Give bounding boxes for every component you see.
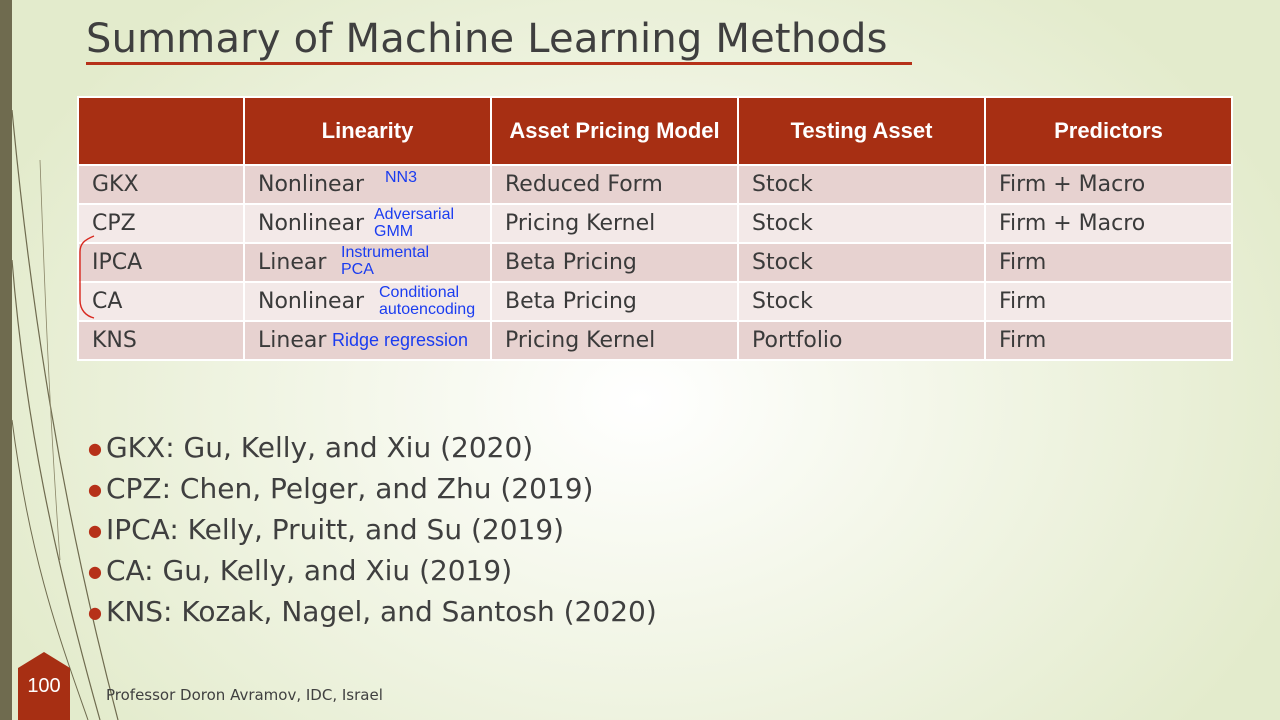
- header-cell-testing-asset: Testing Asset: [737, 96, 986, 166]
- list-item: ● CPZ: Chen, Pelger, and Zhu (2019): [88, 472, 594, 505]
- header-cell-empty: [77, 96, 245, 166]
- predictors-cell: Firm: [984, 242, 1233, 283]
- list-item: ● CA: Gu, Kelly, and Xiu (2019): [88, 554, 513, 587]
- method-cell: GKX: [77, 164, 245, 205]
- method-cell: CA: [77, 281, 245, 322]
- model-cell: Beta Pricing: [490, 281, 739, 322]
- method-cell: IPCA: [77, 242, 245, 283]
- model-cell: Beta Pricing: [490, 242, 739, 283]
- bullet-icon: ●: [88, 480, 102, 499]
- table-row: CPZ Nonlinear Adversarial GMM Pricing Kern…: [77, 203, 1233, 244]
- asset-cell: Stock: [737, 164, 986, 205]
- predictors-cell: Firm + Macro: [984, 203, 1233, 244]
- linearity-value: Nonlinear: [258, 172, 365, 197]
- linearity-value: Linear: [258, 328, 327, 353]
- linearity-cell: Linear Instrumental PCA: [243, 242, 492, 283]
- table-row: IPCA Linear Instrumental PCA Beta Pricing …: [77, 242, 1233, 283]
- linearity-cell: Nonlinear Adversarial GMM: [243, 203, 492, 244]
- reference-list: ● GKX: Gu, Kelly, and Xiu (2020) ● CPZ: Ch…: [88, 428, 657, 633]
- table-row: GKX Nonlinear NN3 Reduced Form Stock Firm…: [77, 164, 1233, 205]
- slide-footer: Professor Doron Avramov, IDC, Israel: [106, 686, 383, 704]
- method-annotation: NN3: [385, 169, 418, 186]
- header-cell-linearity: Linearity: [243, 96, 492, 166]
- method-annotation: Adversarial GMM: [374, 206, 455, 240]
- linearity-cell: Linear Ridge regression: [243, 320, 492, 361]
- linearity-cell: Nonlinear NN3: [243, 164, 492, 205]
- linearity-value: Nonlinear: [258, 289, 365, 314]
- methods-table: Linearity Asset Pricing Model Testing As…: [77, 96, 1233, 361]
- asset-cell: Portfolio: [737, 320, 986, 361]
- list-item: ● IPCA: Kelly, Pruitt, and Su (2019): [88, 513, 565, 546]
- table-header-row: Linearity Asset Pricing Model Testing As…: [77, 96, 1233, 166]
- method-cell: KNS: [77, 320, 245, 361]
- header-cell-predictors: Predictors: [984, 96, 1233, 166]
- method-annotation: Instrumental PCA: [341, 244, 430, 278]
- bullet-icon: ●: [88, 439, 102, 458]
- linearity-value: Linear: [258, 250, 327, 275]
- table-row: CA Nonlinear Conditional autoencoding Beta…: [77, 281, 1233, 322]
- page-number-tab: [18, 652, 70, 720]
- linearity-value: Nonlinear: [258, 211, 365, 236]
- linearity-cell: Nonlinear Conditional autoencoding: [243, 281, 492, 322]
- predictors-cell: Firm: [984, 320, 1233, 361]
- model-cell: Reduced Form: [490, 164, 739, 205]
- bullet-icon: ●: [88, 562, 102, 581]
- predictors-cell: Firm + Macro: [984, 164, 1233, 205]
- method-annotation: Conditional autoencoding: [379, 284, 476, 318]
- table-row: KNS Linear Ridge regression Pricing Kerne…: [77, 320, 1233, 361]
- predictors-cell: Firm: [984, 281, 1233, 322]
- header-cell-model: Asset Pricing Model: [490, 96, 739, 166]
- method-annotation: Ridge regression: [332, 330, 469, 350]
- title-underline: [86, 62, 912, 65]
- model-cell: Pricing Kernel: [490, 320, 739, 361]
- asset-cell: Stock: [737, 242, 986, 283]
- asset-cell: Stock: [737, 203, 986, 244]
- slide-title: Summary of Machine Learning Methods: [86, 16, 888, 62]
- bullet-icon: ●: [88, 603, 102, 622]
- bullet-icon: ●: [88, 521, 102, 540]
- page-number: 100: [27, 675, 61, 697]
- model-cell: Pricing Kernel: [490, 203, 739, 244]
- asset-cell: Stock: [737, 281, 986, 322]
- list-item: ● KNS: Kozak, Nagel, and Santosh (2020): [88, 595, 657, 628]
- list-item: ● GKX: Gu, Kelly, and Xiu (2020): [88, 431, 534, 464]
- method-cell: CPZ: [77, 203, 245, 244]
